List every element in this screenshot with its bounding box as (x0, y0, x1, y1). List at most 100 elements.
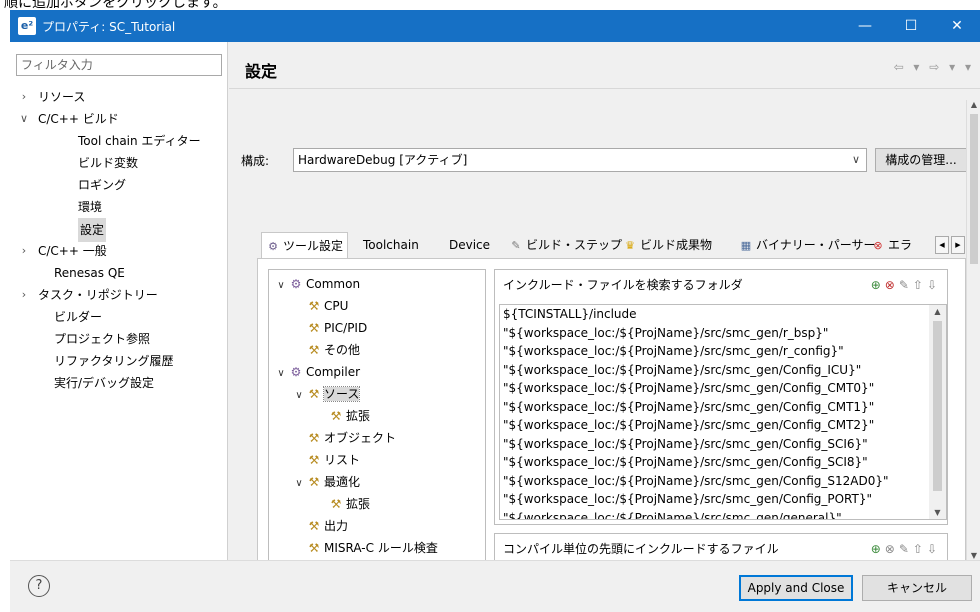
chevron-down-icon[interactable]: ∨ (275, 275, 287, 297)
tab[interactable]: ▦ バイナリー・パーサー (735, 234, 880, 258)
tree-item[interactable]: ⚒ MISRA-C ルール検査 (293, 537, 438, 559)
tree-item[interactable]: ∨ ⚒ 最適化 (293, 471, 360, 493)
tab-scroll-right-button[interactable]: ▶ (951, 236, 965, 254)
properties-dialog: e² プロパティ: SC_Tutorial — ☐ ✕ フィルタ入力 › リソース… (10, 10, 980, 612)
scroll-up-icon[interactable]: ▲ (967, 100, 980, 109)
add-icon[interactable]: ⊕ (871, 542, 885, 556)
tab-scroll-left-button[interactable]: ◀ (935, 236, 949, 254)
chevron-down-icon[interactable]: ∨ (18, 108, 30, 130)
include-files-section: コンパイル単位の先頭にインクルードするファイル ⊕⊗✎⇧⇩ (494, 533, 948, 560)
settings-page-icon: ⚒ (308, 299, 320, 313)
sidebar-item-label: ロギング (78, 178, 127, 192)
sidebar-item[interactable]: ビルダー (10, 306, 228, 328)
include-path-item[interactable]: "${workspace_loc:/${ProjName}/src/smc_ge… (500, 453, 946, 472)
sidebar-item[interactable]: 実行/デバッグ設定 (10, 372, 228, 394)
tree-item[interactable]: ∨ ⚒ ソース (293, 383, 361, 407)
add-icon[interactable]: ⊕ (871, 278, 885, 292)
include-path-item[interactable]: "${workspace_loc:/${ProjName}/src/smc_ge… (500, 398, 946, 417)
sidebar-item[interactable]: リファクタリング履歴 (10, 350, 228, 372)
edit-icon[interactable]: ✎ (899, 278, 913, 292)
include-paths-list[interactable]: ${TCINSTALL}/include "${workspace_loc:/${… (499, 304, 947, 520)
tree-item[interactable]: ⚒ オブジェクト (293, 427, 396, 449)
tree-item[interactable]: ⚒ リスト (293, 449, 360, 471)
tab[interactable]: ♛ ビルド成果物 (619, 234, 716, 258)
tab[interactable]: ⊗ エラ (867, 234, 916, 258)
chevron-right-icon[interactable]: › (18, 86, 30, 108)
include-folders-header: インクルード・ファイルを検索するフォルダ ⊕⊗✎⇧⇩ (495, 270, 947, 300)
sidebar-item[interactable]: › C/C++ 一般 (10, 240, 228, 262)
tab[interactable]: ✎ ビルド・ステップ (505, 234, 626, 258)
help-icon[interactable]: ? (28, 575, 50, 597)
tree-item[interactable]: ⚒ その他 (293, 339, 360, 361)
include-path-item[interactable]: ${TCINSTALL}/include (500, 305, 946, 324)
gear-icon: ⚙ (290, 277, 302, 291)
scroll-down-icon[interactable]: ▼ (967, 551, 980, 560)
error-icon: ⊗ (873, 239, 883, 252)
tree-item[interactable]: ∨ ⚙ Compiler (275, 361, 360, 383)
scroll-down-icon[interactable]: ▼ (929, 508, 946, 517)
chevron-down-icon[interactable]: ∨ (293, 473, 305, 495)
sidebar: フィルタ入力 › リソース ∨ C/C++ ビルド Tool chain エディタービル… (10, 42, 228, 560)
move-down-icon[interactable]: ⇩ (927, 542, 941, 556)
scroll-up-icon[interactable]: ▲ (929, 307, 946, 316)
tab[interactable]: Device (445, 234, 494, 258)
sidebar-item-label: リソース (38, 90, 86, 104)
close-button[interactable]: ✕ (934, 10, 980, 42)
maximize-button[interactable]: ☐ (888, 10, 934, 42)
minimize-button[interactable]: — (842, 10, 888, 42)
sidebar-item[interactable]: プロジェクト参照 (10, 328, 228, 350)
scroll-thumb[interactable] (933, 321, 942, 491)
manage-configurations-button[interactable]: 構成の管理... (875, 148, 966, 172)
include-path-item[interactable]: "${workspace_loc:/${ProjName}/src/smc_ge… (500, 490, 946, 509)
tab-label: Toolchain (363, 238, 419, 252)
tree-item-label: 最適化 (324, 475, 361, 489)
sidebar-item[interactable]: ∨ C/C++ ビルド (10, 108, 228, 130)
sidebar-item[interactable]: ビルド変数 (10, 152, 228, 174)
chevron-right-icon[interactable]: › (18, 240, 30, 262)
sidebar-item[interactable]: Tool chain エディター (10, 130, 228, 152)
list-scrollbar[interactable]: ▲ ▼ (929, 305, 946, 519)
tree-item[interactable]: ⚒ CPU (293, 295, 349, 317)
include-path-item[interactable]: "${workspace_loc:/${ProjName}/src/smc_ge… (500, 435, 946, 454)
sidebar-item[interactable]: › タスク・リポジトリー (10, 284, 228, 306)
tab[interactable]: ⚙ ツール設定 (261, 232, 349, 258)
include-path-item[interactable]: "${workspace_loc:/${ProjName}/src/smc_ge… (500, 509, 946, 520)
include-path-item[interactable]: "${workspace_loc:/${ProjName}/src/smc_ge… (500, 472, 946, 491)
sidebar-item[interactable]: › リソース (10, 86, 228, 108)
sidebar-item-label: ビルダー (54, 310, 103, 324)
cancel-button[interactable]: キャンセル (862, 575, 972, 601)
sidebar-item-label: ビルド変数 (78, 156, 139, 170)
page-scrollbar[interactable]: ▲ ▼ (966, 100, 980, 560)
edit-icon[interactable]: ✎ (899, 542, 913, 556)
scroll-thumb[interactable] (970, 114, 978, 264)
include-path-item[interactable]: "${workspace_loc:/${ProjName}/src/smc_ge… (500, 416, 946, 435)
chevron-right-icon[interactable]: › (18, 284, 30, 306)
tree-item-label: 拡張 (346, 497, 371, 511)
sidebar-item[interactable]: ロギング (10, 174, 228, 196)
sidebar-item[interactable]: Renesas QE (10, 262, 228, 284)
move-down-icon[interactable]: ⇩ (927, 278, 941, 292)
configuration-select[interactable]: HardwareDebug [アクティブ] ∨ (293, 148, 867, 172)
tree-item[interactable]: ⚒ PIC/PID (293, 317, 368, 339)
tree-item[interactable]: ⚒ 出力 (293, 515, 348, 537)
tree-item[interactable]: ⚒ 拡張 (315, 405, 370, 427)
tree-item[interactable]: ∨ ⚙ Common (275, 273, 360, 295)
tree-item[interactable]: ⚒ 拡張 (315, 493, 370, 515)
include-path-item[interactable]: "${workspace_loc:/${ProjName}/src/smc_ge… (500, 342, 946, 361)
delete-icon[interactable]: ⊗ (885, 278, 899, 292)
move-up-icon[interactable]: ⇧ (913, 542, 927, 556)
delete-icon[interactable]: ⊗ (885, 542, 899, 556)
include-path-item[interactable]: "${workspace_loc:/${ProjName}/src/smc_ge… (500, 324, 946, 343)
history-nav-icons[interactable]: ⇦ ▾ ⇨ ▾ ▾ (894, 60, 974, 74)
chevron-down-icon[interactable]: ∨ (275, 363, 287, 385)
chevron-down-icon[interactable]: ∨ (293, 385, 305, 407)
include-path-item[interactable]: "${workspace_loc:/${ProjName}/src/smc_ge… (500, 379, 946, 398)
apply-and-close-button[interactable]: Apply and Close (739, 575, 853, 601)
sidebar-item-label: 設定 (78, 218, 107, 242)
filter-input[interactable]: フィルタ入力 (16, 54, 222, 76)
move-up-icon[interactable]: ⇧ (913, 278, 927, 292)
include-path-item[interactable]: "${workspace_loc:/${ProjName}/src/smc_ge… (500, 361, 946, 380)
tab[interactable]: Toolchain (359, 234, 423, 258)
sidebar-item[interactable]: 設定 (10, 218, 228, 242)
sidebar-item[interactable]: 環境 (10, 196, 228, 218)
